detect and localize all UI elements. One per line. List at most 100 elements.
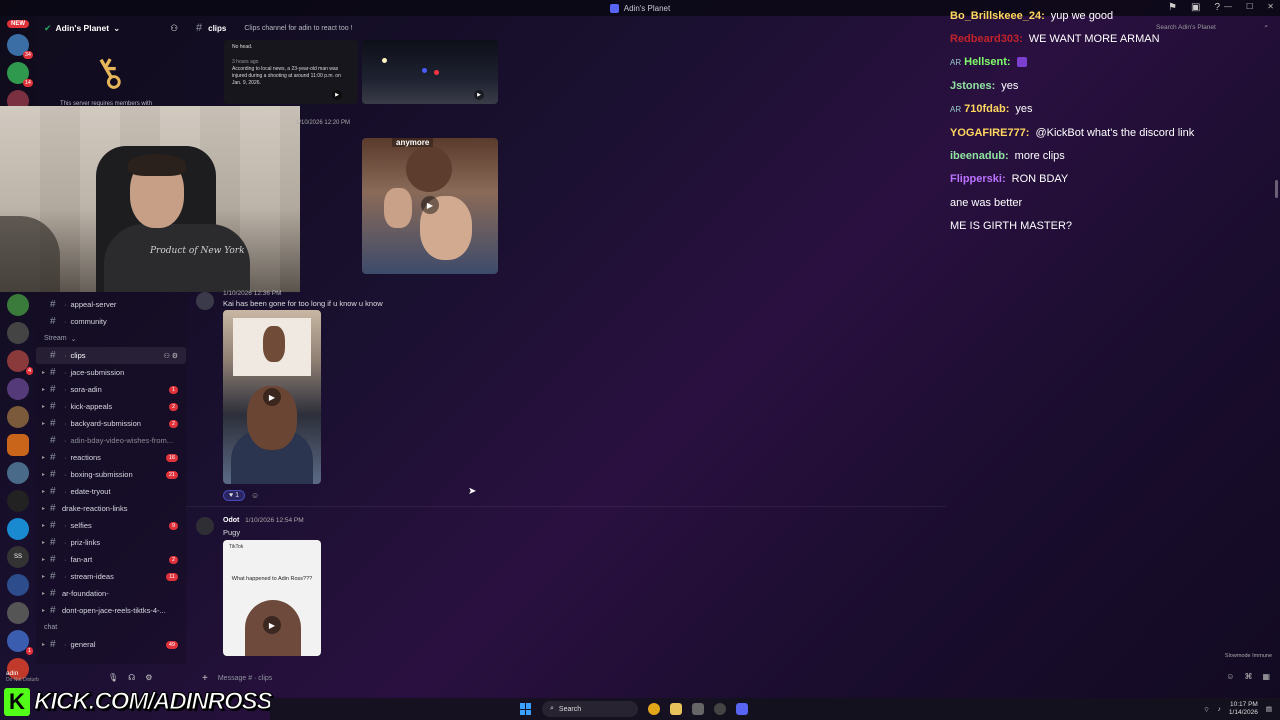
message-author[interactable]: Odot [223, 517, 239, 524]
server-icon[interactable] [7, 462, 29, 484]
taskbar-search[interactable]: ⌕ Search [542, 701, 638, 717]
hash-icon: # [50, 299, 56, 310]
channel-appeal-server[interactable]: # · appeal-server [36, 296, 186, 313]
channel-jace-submission[interactable]: ▸ # · jace-submission [36, 364, 186, 381]
chat-message: ibeenadub: more clips [950, 144, 1270, 167]
apps-icon[interactable]: ⌘ [1244, 672, 1252, 681]
invite-icon[interactable]: ⚇ [170, 23, 178, 34]
avatar[interactable] [196, 292, 214, 310]
message-timestamp: 1/10/2026 12:54 PM [245, 517, 304, 524]
server-icon[interactable]: 34 [7, 34, 33, 59]
add-reaction-icon[interactable]: ☺ [251, 491, 259, 500]
hash-icon: # [50, 367, 56, 378]
tiktok-video-embed[interactable]: TikTok What happened to Adin Ross??? ▶ [223, 540, 321, 656]
channel-adin-bday[interactable]: # · adin-bday-video-wishes-from... [36, 432, 186, 449]
microphone-icon[interactable]: 🎙 [108, 673, 118, 682]
channel-sora-adin[interactable]: ▸ # · sora-adin 1 [36, 381, 186, 398]
server-icon[interactable] [7, 406, 29, 428]
tiktok-video-embed[interactable]: anymore ▶ [362, 138, 498, 274]
message-timestamp: 1/10/2026 12:36 PM [223, 290, 282, 297]
channel-boxing-submission[interactable]: ▸ # · boxing-submission 21 [36, 466, 186, 483]
play-icon[interactable]: ▶ [263, 616, 281, 634]
channel-reactions[interactable]: ▸ # · reactions 16 [36, 449, 186, 466]
settings-gear-icon[interactable]: ⚙ [145, 673, 152, 682]
night-street-video[interactable]: ▶ [362, 40, 498, 104]
scrollbar[interactable] [1275, 180, 1278, 198]
channel-community[interactable]: # · community [36, 313, 186, 330]
headphones-icon[interactable]: ☊ [128, 673, 135, 682]
message-input[interactable]: Message # · clips [218, 675, 272, 682]
key-icon: ⚷ [84, 46, 133, 100]
news-screenshot[interactable]: No head. 3 hours ago According to local … [224, 40, 358, 104]
app-icon[interactable] [692, 703, 704, 715]
discord-icon[interactable] [736, 703, 748, 715]
wifi-icon[interactable]: ⌔ [1204, 705, 1210, 714]
chat-text: yes [1015, 103, 1033, 116]
server-icon[interactable]: 4 [7, 350, 33, 375]
app-icon[interactable] [714, 703, 726, 715]
channel-title: clips [208, 23, 227, 33]
chat-username: YOGAFIRE777: [950, 126, 1030, 139]
reaction-pill[interactable]: ♥ 1 [223, 490, 246, 501]
message-timestamp: 1/10/2026 12:20 PM [296, 120, 351, 126]
tiktok-video-embed[interactable]: ▶ [223, 310, 321, 484]
channel-backyard-submission[interactable]: ▸ # · backyard-submission 2 [36, 415, 186, 432]
unread-badge: 9 [168, 521, 178, 530]
server-icon[interactable]: SS [7, 546, 29, 568]
server-icon[interactable]: 1 [7, 630, 33, 655]
hash-icon: # [50, 316, 56, 327]
server-icon[interactable] [7, 490, 29, 512]
play-icon[interactable]: ▶ [474, 90, 484, 100]
channel-dont-open-jace-reels[interactable]: ▸ # dont-open-jace-reels-tiktks-4-... [36, 602, 186, 619]
chrome-icon[interactable] [648, 703, 660, 715]
channel-settings-icon[interactable]: ⚇ ⚙ [164, 352, 179, 360]
channel-selfies[interactable]: ▸ # · selfies 9 [36, 517, 186, 534]
server-icon[interactable] [7, 294, 29, 316]
channel-clips[interactable]: # · clips ⚇ ⚙ [36, 347, 186, 364]
windows-start-icon[interactable] [520, 703, 532, 715]
server-icon[interactable] [7, 322, 29, 344]
hash-icon: # [50, 401, 56, 412]
server-icon[interactable]: 14 [7, 62, 33, 87]
message-composer[interactable]: + Message # · clips [196, 668, 1276, 688]
chat-text: more clips [1014, 150, 1065, 163]
channel-kick-appeals[interactable]: ▸ # · kick-appeals 2 [36, 398, 186, 415]
chat-message: Flipperski: RON BDAY [950, 168, 1270, 191]
play-icon[interactable]: ▶ [332, 90, 342, 100]
message-text: Pugy [223, 528, 241, 537]
channel-fan-art[interactable]: ▸ # · fan-art 2 [36, 551, 186, 568]
play-icon[interactable]: ▶ [263, 388, 281, 406]
channel-general[interactable]: ▸ # · general 49 [36, 636, 186, 653]
server-icon[interactable] [7, 574, 29, 596]
category-chat[interactable]: chat [36, 619, 186, 636]
chat-username: Jstones: [950, 79, 996, 92]
user-panel: adin Do Not Disturb 🎙 ☊ ⚙ [0, 666, 186, 688]
server-icon[interactable] [7, 518, 29, 540]
avatar[interactable] [196, 517, 214, 535]
chat-text: yup we good [1050, 9, 1114, 22]
hash-icon: # [50, 418, 56, 429]
gift-icon[interactable]: ▦ [1262, 672, 1270, 681]
channel-ar-foundation[interactable]: ▸ # ar-foundation- [36, 585, 186, 602]
category-stream[interactable]: Stream ⌄ [36, 330, 186, 347]
attach-plus-icon[interactable]: + [202, 673, 208, 684]
channel-drake-reaction-links[interactable]: ▸ # drake-reaction-links [36, 500, 186, 517]
badge-icon: AR [950, 57, 962, 67]
server-icon[interactable] [7, 434, 29, 456]
emoji-icon[interactable]: ☺ [1226, 672, 1234, 681]
server-icon[interactable] [7, 602, 29, 624]
server-header[interactable]: ✔ Adin's Planet ⌄ ⚇ [36, 16, 186, 40]
notifications-icon[interactable]: ▤ [1266, 705, 1272, 713]
play-icon[interactable]: ▶ [421, 196, 439, 214]
clock[interactable]: 10:17 PM 1/14/2026 [1229, 701, 1258, 717]
hash-icon: # [50, 554, 56, 565]
hash-icon: # [50, 469, 56, 480]
server-icon[interactable] [7, 378, 29, 400]
channel-edate-tryout[interactable]: ▸ # · edate-tryout [36, 483, 186, 500]
volume-icon[interactable]: ♪ [1218, 706, 1221, 713]
channel-stream-ideas[interactable]: ▸ # · stream-ideas 11 [36, 568, 186, 585]
channel-priz-links[interactable]: ▸ # · priz-links [36, 534, 186, 551]
unread-badge: 2 [168, 402, 178, 411]
message-text: Kai has been gone for too long if u know… [223, 299, 383, 308]
file-explorer-icon[interactable] [670, 703, 682, 715]
